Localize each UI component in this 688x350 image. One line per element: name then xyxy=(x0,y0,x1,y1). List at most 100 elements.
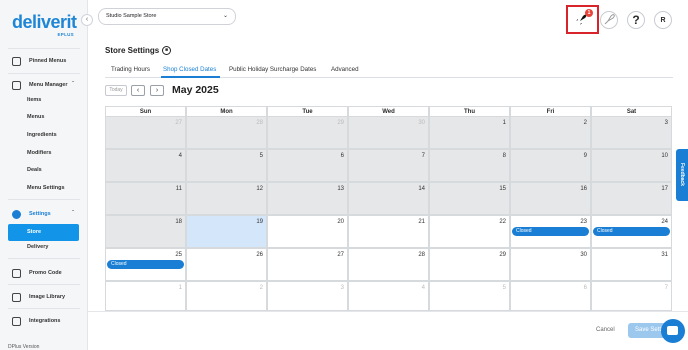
calendar-day-cell[interactable]: 6 xyxy=(267,149,348,182)
sidebar-item-label: Integrations xyxy=(29,318,61,324)
day-number: 30 xyxy=(580,252,587,258)
calendar-day-cell[interactable]: 27 xyxy=(105,116,186,149)
logo-subtext: EPLUS xyxy=(57,32,74,37)
calendar-day-cell[interactable]: 7 xyxy=(591,281,672,311)
sidebar-item-image-library[interactable]: Image Library xyxy=(8,289,80,305)
calendar-day-cell[interactable]: 3 xyxy=(591,116,672,149)
calendar-day-cell[interactable]: 8 xyxy=(429,149,510,182)
tab-advanced[interactable]: Advanced xyxy=(331,66,359,73)
calendar-day-cell[interactable]: 27 xyxy=(267,248,348,281)
tab-shop-closed-dates[interactable]: Shop Closed Dates xyxy=(163,66,216,73)
calendar-day-cell[interactable]: 7 xyxy=(348,149,429,182)
nav-divider xyxy=(8,284,80,285)
calendar-day-cell[interactable]: 20 xyxy=(267,215,348,248)
prev-month-button[interactable]: ‹ xyxy=(131,85,145,96)
user-avatar[interactable]: R xyxy=(654,11,672,29)
sidebar-subitem-deals[interactable]: Deals xyxy=(27,167,42,173)
sidebar-item-settings[interactable]: Settings ˆ xyxy=(8,206,80,222)
weekday-header: Fri xyxy=(510,106,591,116)
sidebar-subitem-items[interactable]: Items xyxy=(27,97,41,103)
day-number: 8 xyxy=(502,153,506,159)
sidebar-subitem-delivery[interactable]: Delivery xyxy=(27,244,48,250)
calendar-day-cell[interactable]: 14 xyxy=(348,182,429,215)
calendar-day-cell[interactable]: 22 xyxy=(429,215,510,248)
sidebar-item-pinned-menus[interactable]: Pinned Menus xyxy=(8,53,80,69)
tab-trading-hours[interactable]: Trading Hours xyxy=(111,66,150,73)
calendar-day-cell[interactable]: 29 xyxy=(429,248,510,281)
calendar-day-cell[interactable]: 5 xyxy=(186,149,267,182)
avatar-initial: R xyxy=(660,17,666,24)
calendar-day-cell[interactable]: 28 xyxy=(348,248,429,281)
calendar-day-cell[interactable]: 31 xyxy=(591,248,672,281)
calendar-day-cell[interactable]: 19 xyxy=(186,215,267,248)
calendar-day-cell[interactable]: 2 xyxy=(186,281,267,311)
sidebar-item-integrations[interactable]: Integrations xyxy=(8,313,80,329)
day-number: 22 xyxy=(499,219,506,225)
collapse-sidebar-button[interactable]: ‹ xyxy=(81,14,93,26)
day-number: 12 xyxy=(256,186,263,192)
integrations-icon xyxy=(12,316,21,326)
calendar-day-cell[interactable]: 10 xyxy=(591,149,672,182)
calendar-day-cell[interactable]: 26 xyxy=(186,248,267,281)
sidebar-item-label: Image Library xyxy=(29,294,66,300)
calendar-day-cell[interactable]: 6 xyxy=(510,281,591,311)
sidebar-item-promo-code[interactable]: Promo Code xyxy=(8,265,80,281)
day-number: 11 xyxy=(175,186,182,192)
launch-button[interactable] xyxy=(600,11,618,29)
tab-public-holiday-surcharge-dates[interactable]: Public Holiday Surcharge Dates xyxy=(229,66,316,73)
next-month-button[interactable]: › xyxy=(150,85,164,96)
calendar-day-cell[interactable]: 17 xyxy=(591,182,672,215)
help-button[interactable]: ? xyxy=(627,11,645,29)
sidebar-subitem-ingredients[interactable]: Ingredients xyxy=(27,132,57,138)
weekday-header: Mon xyxy=(186,106,267,116)
calendar-day-cell[interactable]: 1 xyxy=(429,116,510,149)
calendar-day-cell[interactable]: 30 xyxy=(510,248,591,281)
sidebar-subitem-store[interactable]: Store xyxy=(8,224,79,241)
calendar-day-cell[interactable]: 5 xyxy=(429,281,510,311)
nav-divider xyxy=(8,73,80,74)
calendar-day-cell[interactable]: 2 xyxy=(510,116,591,149)
chat-icon[interactable] xyxy=(661,319,685,343)
bookmark-icon[interactable]: ■ xyxy=(162,46,171,55)
today-button[interactable]: Today xyxy=(105,85,127,96)
day-number: 13 xyxy=(337,186,344,192)
day-number: 20 xyxy=(337,219,344,225)
menu-book-icon xyxy=(12,80,21,90)
nav-divider xyxy=(8,48,80,49)
calendar-day-cell[interactable]: 3 xyxy=(267,281,348,311)
calendar-day-cell[interactable]: 18 xyxy=(105,215,186,248)
calendar-day-cell[interactable]: 4 xyxy=(105,149,186,182)
calendar-day-cell[interactable]: 30 xyxy=(348,116,429,149)
sidebar-item-menu-manager[interactable]: Menu Manager ˆ xyxy=(8,77,80,93)
day-number: 14 xyxy=(418,186,425,192)
calendar-day-cell[interactable]: 12 xyxy=(186,182,267,215)
chevron-up-icon: ˆ xyxy=(72,82,74,88)
calendar-day-cell[interactable]: 9 xyxy=(510,149,591,182)
cancel-button[interactable]: Cancel xyxy=(596,327,615,333)
day-number: 28 xyxy=(256,120,263,126)
calendar-day-cell[interactable]: 13 xyxy=(267,182,348,215)
help-icon: ? xyxy=(632,13,640,27)
calendar-day-cell[interactable]: 29 xyxy=(267,116,348,149)
closed-event[interactable]: Closed xyxy=(593,227,670,236)
sidebar-subitem-menus[interactable]: Menus xyxy=(27,114,44,120)
sidebar-subitem-modifiers[interactable]: Modifiers xyxy=(27,150,51,156)
store-select[interactable]: Studio Sample Store ⌄ xyxy=(98,8,236,25)
calendar-day-cell[interactable]: 15 xyxy=(429,182,510,215)
feedback-tab[interactable]: Feedback xyxy=(676,149,688,201)
promo-icon xyxy=(12,268,21,278)
calendar-day-cell[interactable]: 1 xyxy=(105,281,186,311)
day-number: 18 xyxy=(175,219,182,225)
day-number: 30 xyxy=(418,120,425,126)
closed-event[interactable]: Closed xyxy=(512,227,589,236)
sidebar-subitem-menu-settings[interactable]: Menu Settings xyxy=(27,185,65,191)
calendar-day-cell[interactable]: 21 xyxy=(348,215,429,248)
chevron-down-icon: ⌄ xyxy=(222,13,228,19)
calendar-day-cell[interactable]: 4 xyxy=(348,281,429,311)
calendar-day-cell[interactable]: 28 xyxy=(186,116,267,149)
calendar-day-cell[interactable]: 11 xyxy=(105,182,186,215)
calendar-day-cell[interactable]: 16 xyxy=(510,182,591,215)
closed-event[interactable]: Closed xyxy=(107,260,184,269)
deliverit-logo[interactable]: deliverit EPLUS xyxy=(12,12,77,37)
sidebar-item-label: Settings xyxy=(29,211,51,217)
